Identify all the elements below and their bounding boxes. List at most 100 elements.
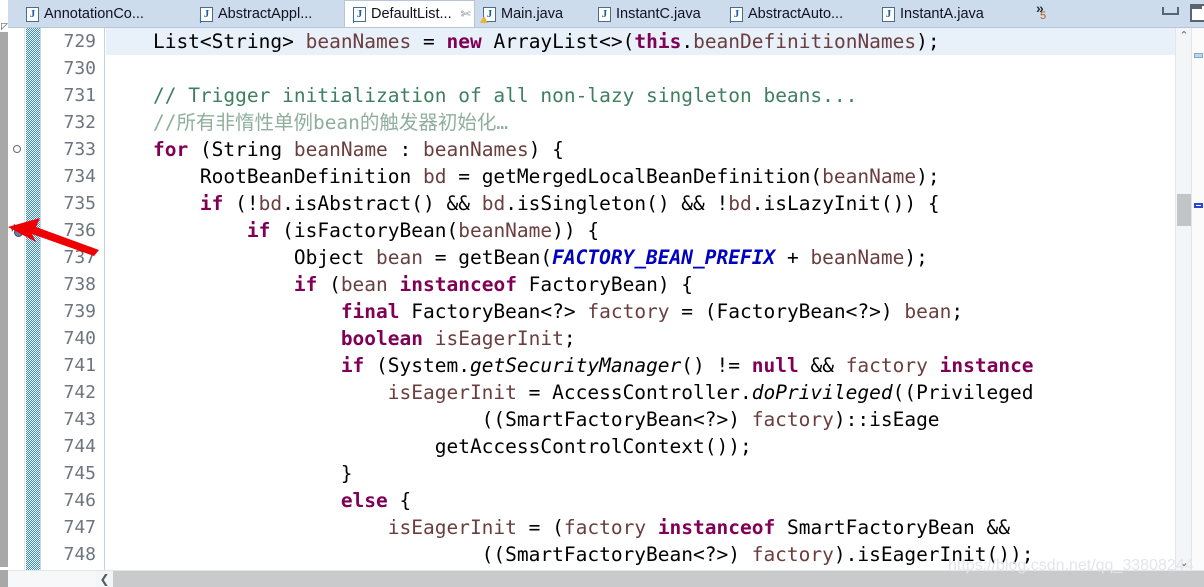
- code-line-734[interactable]: RootBeanDefinition bd = getMergedLocalBe…: [106, 163, 1175, 190]
- code-token-keyword: null: [751, 354, 799, 377]
- code-line-746[interactable]: else {: [106, 487, 1175, 514]
- line-number: 737: [63, 247, 96, 268]
- overview-ruler-marker-0[interactable]: [1194, 53, 1203, 58]
- code-line-736[interactable]: if (isFactoryBean(beanName)) {: [106, 217, 1175, 244]
- editor-tab-2[interactable]: DefaultList... ✄: [344, 0, 475, 27]
- code-token-comment: // Trigger initialization of all non-laz…: [152, 84, 858, 107]
- code-token-plain: ;: [563, 327, 576, 350]
- code-token-field: isEagerInit: [387, 516, 517, 539]
- editor-tab-4[interactable]: InstantC.java: [590, 1, 722, 27]
- code-token-plain: (: [317, 273, 341, 296]
- code-token-plain: )::isEage: [833, 408, 940, 431]
- line-number: 744: [63, 436, 96, 457]
- code-token-plain: .: [681, 30, 694, 53]
- code-line-740[interactable]: boolean isEagerInit;: [106, 325, 1175, 352]
- line-number: 742: [63, 382, 96, 403]
- line-number: 739: [63, 301, 96, 322]
- annotation-marker-line-736[interactable]: ↱: [10, 223, 23, 237]
- code-line-731[interactable]: // Trigger initialization of all non-laz…: [106, 82, 1175, 109]
- code-line-732[interactable]: //所有非惰性单例bean的触发器初始化…: [106, 109, 1175, 136]
- code-line-744[interactable]: getAccessControlContext());: [106, 433, 1175, 460]
- code-token-field: isEagerInit: [434, 327, 564, 350]
- code-token-plain: .isSingleton() && !: [505, 192, 729, 215]
- editor-tab-1[interactable]: AbstractAppl...: [192, 1, 344, 27]
- code-token-plain: (isFactoryBean(: [270, 219, 459, 242]
- code-token-field: bean: [376, 246, 423, 269]
- code-token-plain: {: [387, 489, 412, 512]
- code-line-738[interactable]: if (bean instanceof FactoryBean) {: [106, 271, 1175, 298]
- tab-overflow-count: 5: [1040, 10, 1047, 22]
- code-token-keyword: instance: [939, 354, 1034, 377]
- overview-ruler-marker-1[interactable]: [1194, 203, 1203, 208]
- code-token-plain: =: [411, 30, 447, 53]
- editor-tab-3[interactable]: Main.java: [475, 1, 590, 27]
- code-token-keyword: if: [340, 354, 365, 377]
- code-token-plain: +: [775, 246, 811, 269]
- code-line-730[interactable]: [106, 55, 1175, 82]
- scroll-left-arrow-icon[interactable]: ❮: [96, 571, 113, 587]
- code-line-737[interactable]: Object bean = getBean(FACTORY_BEAN_PREFI…: [106, 244, 1175, 271]
- editor-marker-gutter[interactable]: ↱: [8, 28, 25, 571]
- code-token-plain: ;: [951, 300, 964, 323]
- code-line-741[interactable]: if (System.getSecurityManager() != null …: [106, 352, 1175, 379]
- editor-tab-label: DefaultList...: [371, 6, 452, 22]
- code-line-735[interactable]: if (!bd.isAbstract() && bd.isSingleton()…: [106, 190, 1175, 217]
- code-token-keyword: final: [340, 300, 400, 323]
- java-source-editor[interactable]: ↱ 729 730 731 732 733 734 735 736 737 738 739 740 74…: [8, 27, 1204, 571]
- code-token-plain: ((SmartFactoryBean<?>): [106, 408, 752, 431]
- code-line-745[interactable]: }: [106, 460, 1175, 487]
- code-line-743[interactable]: ((SmartFactoryBean<?>) factory)::isEage: [106, 406, 1175, 433]
- editor-tab-6[interactable]: InstantA.java: [874, 1, 1004, 27]
- line-number: 736: [63, 220, 96, 241]
- code-token-field: bd: [422, 165, 447, 188]
- tab-overflow-indicator[interactable]: » 5: [1034, 0, 1060, 26]
- minimize-button[interactable]: [1160, 3, 1179, 19]
- code-line-729[interactable]: List<String> beanNames = new ArrayList<>…: [106, 28, 1175, 55]
- code-token-plain: SmartFactoryBean &&: [775, 516, 1011, 539]
- line-number: 740: [63, 328, 96, 349]
- java-file-icon: [350, 6, 366, 25]
- code-token-plain: .isLazyInit()) {: [751, 192, 940, 215]
- code-token-field: bd: [481, 192, 506, 215]
- code-token-plain: .isAbstract() &&: [282, 192, 482, 215]
- maximize-button[interactable]: [1188, 3, 1204, 22]
- code-token-plain: RootBeanDefinition: [106, 165, 423, 188]
- marker-dot-icon: [14, 228, 23, 237]
- code-token-field: beanName: [458, 219, 553, 242]
- code-token-field: factory: [587, 300, 670, 323]
- close-icon[interactable]: ✄: [461, 7, 471, 21]
- code-token-plain: FactoryBean<?>: [399, 300, 588, 323]
- java-file-icon: [727, 6, 743, 25]
- code-text-area[interactable]: List<String> beanNames = new ArrayList<>…: [106, 28, 1175, 571]
- code-token-keyword: else: [340, 489, 388, 512]
- code-token-field: beanName: [810, 246, 905, 269]
- code-token-plain: = getBean(: [423, 246, 553, 269]
- line-number: 730: [63, 58, 96, 79]
- vertical-scrollbar-thumb[interactable]: [1177, 194, 1191, 226]
- code-token-method: getSecurityManager: [469, 354, 682, 377]
- code-line-742[interactable]: isEagerInit = AccessController.doPrivile…: [106, 379, 1175, 406]
- code-token-field: bean: [340, 273, 388, 296]
- code-line-747[interactable]: isEagerInit = (factory instanceof SmartF…: [106, 514, 1175, 541]
- overview-ruler[interactable]: [1191, 28, 1204, 571]
- code-token-plain: Object: [106, 246, 377, 269]
- code-token-field: beanNames: [423, 138, 529, 161]
- editor-tab-0[interactable]: AnnotationCo...: [18, 1, 192, 27]
- line-number-ruler: 729 730 731 732 733 734 735 736 737 738 739 740 741 7…: [42, 28, 105, 571]
- code-line-733[interactable]: for (String beanName : beanNames) {: [106, 136, 1175, 163]
- java-file-icon: [197, 6, 213, 25]
- line-number: 745: [63, 463, 96, 484]
- code-token-plain: &&: [798, 354, 846, 377]
- editor-tab-5[interactable]: AbstractAuto...: [722, 1, 874, 27]
- code-line-739[interactable]: final FactoryBean<?> factory = (FactoryB…: [106, 298, 1175, 325]
- vertical-scrollbar[interactable]: ⌃ ⌄: [1175, 28, 1191, 571]
- line-number: 746: [63, 490, 96, 511]
- annotation-marker-line-733[interactable]: [11, 143, 23, 155]
- code-token-plain: ((SmartFactoryBean<?>): [106, 543, 752, 566]
- code-token-plain: )) {: [552, 219, 600, 242]
- scroll-up-arrow-icon[interactable]: ⌃: [1176, 28, 1192, 44]
